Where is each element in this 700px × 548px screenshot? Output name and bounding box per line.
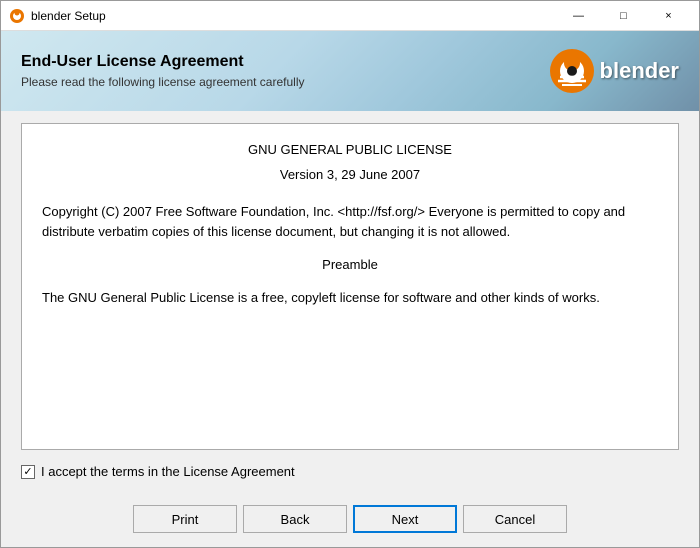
license-para-1: Copyright (C) 2007 Free Software Foundat… xyxy=(42,202,658,244)
close-button[interactable]: × xyxy=(646,1,691,31)
header-text: End-User License Agreement Please read t… xyxy=(21,53,305,89)
blender-logo-text: blender xyxy=(600,58,679,84)
print-button[interactable]: Print xyxy=(133,505,237,533)
content-area: GNU GENERAL PUBLIC LICENSE Version 3, 29… xyxy=(1,111,699,495)
license-box: GNU GENERAL PUBLIC LICENSE Version 3, 29… xyxy=(21,123,679,450)
page-subtitle: Please read the following license agreem… xyxy=(21,75,305,89)
minimize-button[interactable]: — xyxy=(556,1,601,31)
checkmark-icon: ✓ xyxy=(23,465,32,478)
app-icon xyxy=(9,8,25,24)
license-version: Version 3, 29 June 2007 xyxy=(42,165,658,186)
accept-checkbox[interactable]: ✓ xyxy=(21,465,35,479)
maximize-button[interactable]: □ xyxy=(601,1,646,31)
cancel-button[interactable]: Cancel xyxy=(463,505,567,533)
window: blender Setup — □ × End-User License Agr… xyxy=(0,0,700,548)
page-title: End-User License Agreement xyxy=(21,53,305,71)
blender-logo-icon xyxy=(548,47,596,95)
header-area: End-User License Agreement Please read t… xyxy=(1,31,699,111)
button-row: Print Back Next Cancel xyxy=(1,495,699,547)
license-text-scroll[interactable]: GNU GENERAL PUBLIC LICENSE Version 3, 29… xyxy=(22,124,678,449)
window-title: blender Setup xyxy=(31,9,556,23)
accept-label: I accept the terms in the License Agreem… xyxy=(41,464,295,479)
license-para-2: The GNU General Public License is a free… xyxy=(42,288,658,309)
license-preamble-title: Preamble xyxy=(42,255,658,276)
back-button[interactable]: Back xyxy=(243,505,347,533)
license-title: GNU GENERAL PUBLIC LICENSE xyxy=(42,140,658,161)
next-button[interactable]: Next xyxy=(353,505,457,533)
blender-logo: blender xyxy=(548,47,679,95)
accept-row: ✓ I accept the terms in the License Agre… xyxy=(21,460,679,483)
title-bar: blender Setup — □ × xyxy=(1,1,699,31)
window-controls: — □ × xyxy=(556,1,691,31)
